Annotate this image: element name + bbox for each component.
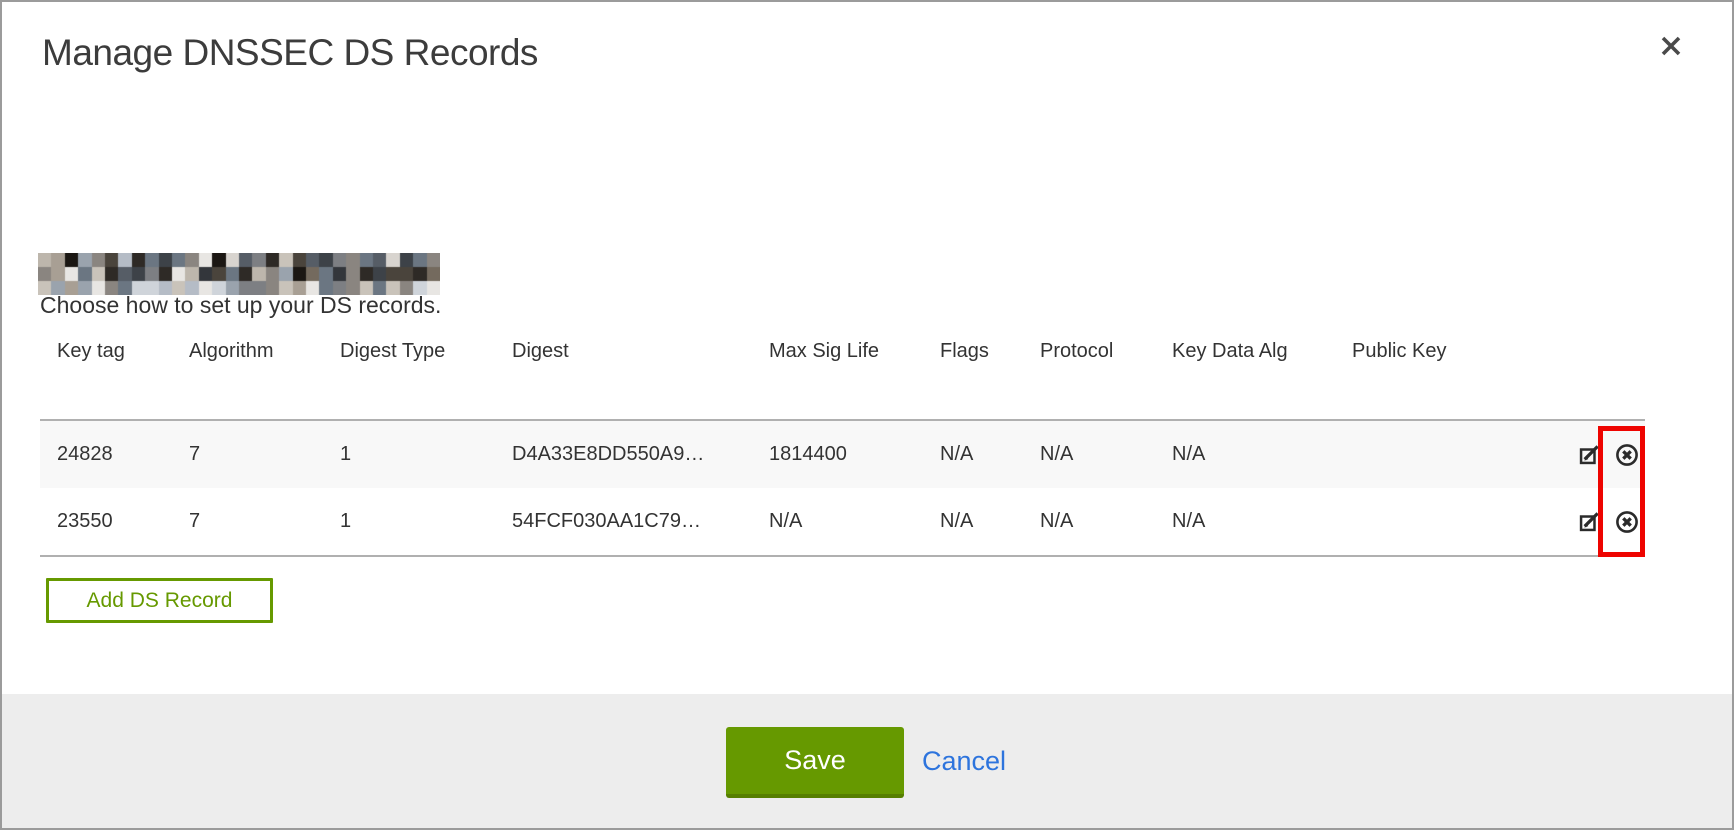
column-header-digest-type: Digest Type — [323, 332, 495, 420]
column-header-key-data-alg: Key Data Alg — [1155, 332, 1335, 420]
cell-digest-type: 1 — [323, 488, 495, 556]
add-ds-record-button[interactable]: Add DS Record — [46, 578, 273, 623]
column-header-flags: Flags — [923, 332, 1023, 420]
cell-digest-type: 1 — [323, 420, 495, 488]
cell-max-sig-life: N/A — [752, 488, 923, 556]
edit-icon — [1578, 454, 1601, 469]
delete-icon — [1615, 455, 1639, 470]
close-button[interactable] — [1654, 30, 1688, 64]
cell-key-tag: 24828 — [40, 420, 172, 488]
cancel-link[interactable]: Cancel — [922, 746, 1006, 777]
column-header-digest: Digest — [495, 332, 752, 420]
save-button[interactable]: Save — [726, 727, 904, 798]
cell-public-key — [1335, 420, 1558, 488]
column-header-algorithm: Algorithm — [172, 332, 323, 420]
edit-record-button[interactable] — [1578, 510, 1601, 533]
cell-digest: D4A33E8DD550A9… — [495, 420, 752, 488]
cell-protocol: N/A — [1023, 420, 1155, 488]
row-actions — [1558, 488, 1645, 556]
instruction-text: Choose how to set up your DS records. — [40, 292, 441, 319]
edit-record-button[interactable] — [1578, 443, 1601, 466]
cell-key-data-alg: N/A — [1155, 488, 1335, 556]
delete-record-button[interactable] — [1615, 510, 1639, 534]
cell-key-tag: 23550 — [40, 488, 172, 556]
cell-flags: N/A — [923, 488, 1023, 556]
cell-max-sig-life: 1814400 — [752, 420, 923, 488]
column-header-key-tag: Key tag — [40, 332, 172, 420]
edit-icon — [1578, 521, 1601, 536]
close-icon — [1659, 34, 1683, 61]
table-row: 23550 7 1 54FCF030AA1C79… N/A N/A N/A N/… — [40, 488, 1645, 556]
cell-public-key — [1335, 488, 1558, 556]
column-header-public-key: Public Key — [1335, 332, 1558, 420]
cell-digest: 54FCF030AA1C79… — [495, 488, 752, 556]
dialog-title: Manage DNSSEC DS Records — [42, 32, 538, 74]
cell-algorithm: 7 — [172, 488, 323, 556]
redacted-domain-name — [38, 253, 440, 295]
cell-algorithm: 7 — [172, 420, 323, 488]
ds-records-table: Key tag Algorithm Digest Type Digest Max… — [40, 332, 1645, 557]
column-header-max-sig-life: Max Sig Life — [752, 332, 923, 420]
cell-protocol: N/A — [1023, 488, 1155, 556]
delete-record-button[interactable] — [1615, 443, 1639, 467]
table-header-row: Key tag Algorithm Digest Type Digest Max… — [40, 332, 1645, 420]
manage-dnssec-dialog: Manage DNSSEC DS Records Choose how to s… — [0, 0, 1734, 830]
cell-flags: N/A — [923, 420, 1023, 488]
column-header-actions — [1558, 332, 1645, 420]
delete-icon — [1615, 522, 1639, 537]
column-header-protocol: Protocol — [1023, 332, 1155, 420]
row-actions — [1558, 420, 1645, 488]
cell-key-data-alg: N/A — [1155, 420, 1335, 488]
dialog-footer: Save Cancel — [2, 694, 1732, 830]
table-row: 24828 7 1 D4A33E8DD550A9… 1814400 N/A N/… — [40, 420, 1645, 488]
